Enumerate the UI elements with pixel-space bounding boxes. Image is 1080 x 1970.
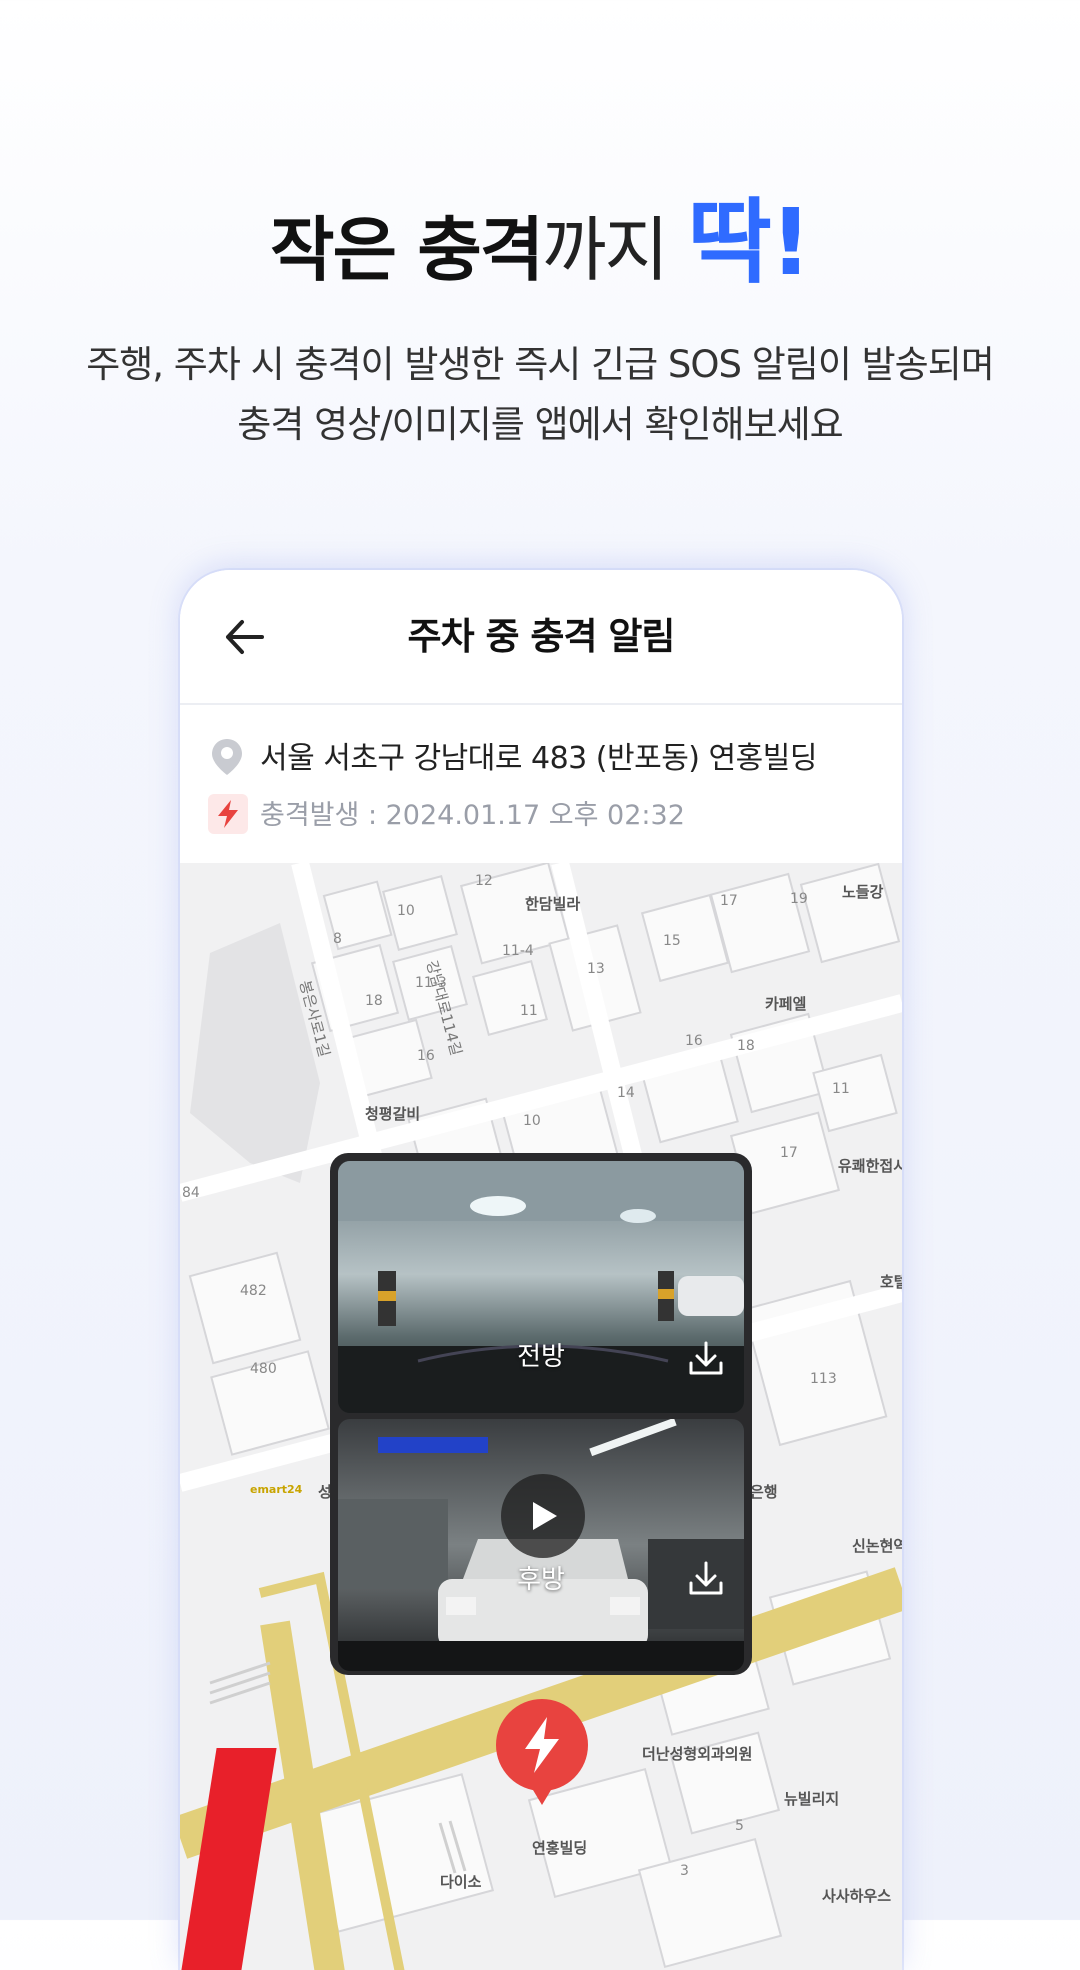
map-number: 11 [832, 1081, 850, 1097]
map-number: 17 [720, 893, 738, 909]
map-label-sinnonhyeon: 신논현역 [852, 1537, 902, 1555]
play-icon [533, 1502, 557, 1530]
map-label-daiso: 다이소 [440, 1873, 482, 1891]
map-number: 16 [417, 1048, 435, 1064]
download-icon[interactable] [686, 1559, 726, 1599]
map-label-cheongpyeong: 청평갈비 [365, 1105, 421, 1123]
map-number: 480 [250, 1361, 277, 1377]
lightning-icon [218, 800, 238, 828]
map-label-handam: 한담빌라 [525, 895, 581, 913]
headline-accent: 딱! [687, 189, 812, 296]
map-label-emart: emart24 [250, 1483, 303, 1496]
rear-camera-video[interactable]: 후방 [338, 1419, 744, 1671]
map-number: 16 [685, 1033, 703, 1049]
map-number: 11-3 [415, 975, 447, 991]
phone-mockup: 주차 중 충격 알림 서울 서초구 강남대로 483 (반포동) 연홍빌딩 충격… [180, 570, 902, 1970]
map-number: 12 [475, 873, 493, 889]
location-pin-icon [212, 739, 242, 775]
map-label-yukwae: 유쾌한접시 [838, 1157, 902, 1175]
play-button[interactable] [501, 1474, 585, 1558]
map-number: 10 [523, 1113, 541, 1129]
download-icon[interactable] [686, 1339, 726, 1379]
map-label-saha: 사사하우스 [822, 1887, 892, 1905]
map-number: 3 [680, 1863, 689, 1879]
map-label-deonan: 더난성형외과의원 [642, 1745, 753, 1763]
front-camera-label: 전방 [517, 1342, 565, 1372]
map-label-yeonhong: 연홍빌딩 [532, 1839, 588, 1857]
map-number: 482 [240, 1283, 267, 1299]
map-label-newbridge: 뉴빌리지 [784, 1790, 840, 1808]
map-number: 18 [365, 993, 383, 1009]
map-number: 14 [617, 1085, 635, 1101]
map-label-noeul: 노들강 [842, 883, 884, 901]
map-number: 10 [397, 903, 415, 919]
map-label-hotel: 호텔 [880, 1273, 902, 1291]
page-title: 주차 중 충격 알림 [407, 615, 676, 658]
rear-camera-label: 후방 [517, 1565, 565, 1595]
map-number: 13 [587, 961, 605, 977]
subcopy-line-2: 충격 영상/이미지를 앱에서 확인해보세요 [237, 403, 843, 446]
map-number: 18 [737, 1038, 755, 1054]
map-number: 84 [182, 1185, 200, 1201]
subcopy-line-1: 주행, 주차 시 충격이 발생한 즉시 긴급 SOS 알림이 발송되며 [86, 343, 995, 386]
map-number: 5 [735, 1818, 744, 1834]
front-camera-thumbnail [338, 1161, 744, 1413]
headline-part-2: 까지 [542, 209, 688, 291]
impact-video-panel: 전방 후방 [330, 1153, 752, 1675]
map-number: 17 [780, 1145, 798, 1161]
map-label-bank: 은행 [750, 1483, 778, 1501]
map-number: 11-4 [502, 943, 534, 959]
map-label-cafe: 카페엘 [765, 995, 807, 1013]
address-text: 서울 서초구 강남대로 483 (반포동) 연홍빌딩 [260, 741, 817, 776]
map-view[interactable]: 한담빌라 노들강 카페엘 청평갈비 유쾌한접시 호텔 emart24 성 은행 … [180, 863, 902, 1970]
impact-time: 충격발생 : 2024.01.17 오후 02:32 [260, 800, 685, 831]
subcopy: 주행, 주차 시 충격이 발생한 즉시 긴급 SOS 알림이 발송되며 충격 영… [0, 335, 1080, 455]
impact-location-marker[interactable] [492, 1693, 592, 1813]
map-number: 19 [790, 891, 808, 907]
impact-info: 서울 서초구 강남대로 483 (반포동) 연홍빌딩 충격발생 : 2024.0… [180, 705, 902, 863]
headline: 작은 충격까지 딱! [0, 197, 1080, 295]
map-number: 8 [333, 931, 342, 947]
map-number: 113 [810, 1371, 837, 1387]
front-camera-video[interactable]: 전방 [338, 1161, 744, 1413]
app-bar: 주차 중 충격 알림 [180, 570, 902, 705]
map-number: 11 [520, 1003, 538, 1019]
impact-badge [208, 794, 248, 834]
headline-part-1: 작은 충격 [270, 209, 544, 291]
map-number: 15 [663, 933, 681, 949]
